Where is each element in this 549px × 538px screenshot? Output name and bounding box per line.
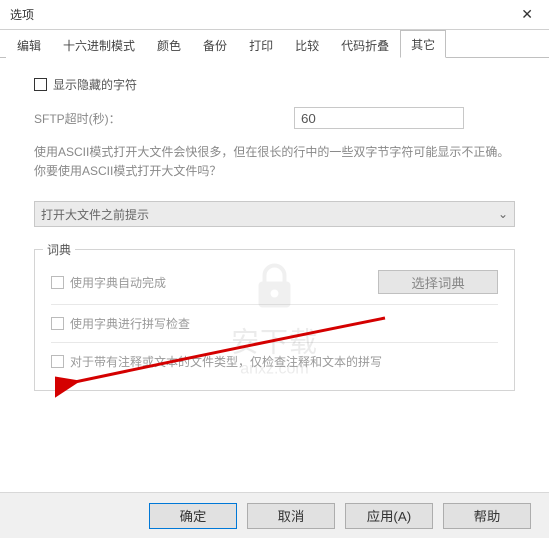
select-dictionary-button[interactable]: 选择词典 bbox=[378, 270, 498, 294]
chevron-down-icon: ⌄ bbox=[498, 207, 508, 221]
tab-color[interactable]: 颜色 bbox=[146, 31, 192, 58]
fieldset-dictionary: 词典 使用字典自动完成 选择词典 使用字典进行拼写检查 对于带有注释或文本的文件… bbox=[34, 249, 515, 391]
checkbox-auto-complete[interactable] bbox=[51, 276, 64, 289]
cancel-button[interactable]: 取消 bbox=[247, 503, 335, 529]
ascii-description: 使用ASCII模式打开大文件会快很多，但在很长的行中的一些双字节字符可能显示不正… bbox=[34, 143, 515, 181]
label-sftp: SFTP超时(秒)： bbox=[34, 110, 294, 127]
select-value: 打开大文件之前提示 bbox=[41, 206, 149, 223]
tab-backup[interactable]: 备份 bbox=[192, 31, 238, 58]
row-comments-only: 对于带有注释或文本的文件类型，仅检查注释和文本的拼写 bbox=[51, 347, 498, 380]
label-comments-only: 对于带有注释或文本的文件类型，仅检查注释和文本的拼写 bbox=[70, 353, 382, 370]
checkbox-spellcheck[interactable] bbox=[51, 317, 64, 330]
tab-fold[interactable]: 代码折叠 bbox=[330, 31, 400, 58]
sftp-timeout-input[interactable] bbox=[294, 107, 464, 129]
tab-content: 显示隐藏的字符 SFTP超时(秒)： 使用ASCII模式打开大文件会快很多，但在… bbox=[0, 58, 549, 488]
tab-other[interactable]: 其它 bbox=[400, 30, 446, 58]
window-title: 选项 bbox=[10, 6, 34, 23]
large-file-select[interactable]: 打开大文件之前提示 ⌄ bbox=[34, 201, 515, 227]
row-auto-complete: 使用字典自动完成 选择词典 bbox=[51, 264, 498, 305]
label-show-hidden: 显示隐藏的字符 bbox=[53, 76, 137, 93]
row-show-hidden: 显示隐藏的字符 bbox=[34, 76, 515, 93]
fieldset-legend: 词典 bbox=[43, 241, 75, 258]
help-button[interactable]: 帮助 bbox=[443, 503, 531, 529]
ok-button[interactable]: 确定 bbox=[149, 503, 237, 529]
tab-compare[interactable]: 比较 bbox=[284, 31, 330, 58]
tab-print[interactable]: 打印 bbox=[238, 31, 284, 58]
checkbox-comments-only[interactable] bbox=[51, 355, 64, 368]
close-icon[interactable]: ✕ bbox=[513, 2, 541, 27]
titlebar: 选项 ✕ bbox=[0, 0, 549, 30]
row-sftp: SFTP超时(秒)： bbox=[34, 107, 515, 129]
tab-edit[interactable]: 编辑 bbox=[6, 31, 52, 58]
dialog-footer: 确定 取消 应用(A) 帮助 bbox=[0, 492, 549, 538]
label-auto-complete: 使用字典自动完成 bbox=[70, 274, 166, 291]
checkbox-show-hidden[interactable] bbox=[34, 78, 47, 91]
tab-bar: 编辑 十六进制模式 颜色 备份 打印 比较 代码折叠 其它 bbox=[0, 30, 549, 58]
tab-hex[interactable]: 十六进制模式 bbox=[52, 31, 146, 58]
row-spellcheck: 使用字典进行拼写检查 bbox=[51, 309, 498, 343]
apply-button[interactable]: 应用(A) bbox=[345, 503, 433, 529]
label-spellcheck: 使用字典进行拼写检查 bbox=[70, 315, 190, 332]
